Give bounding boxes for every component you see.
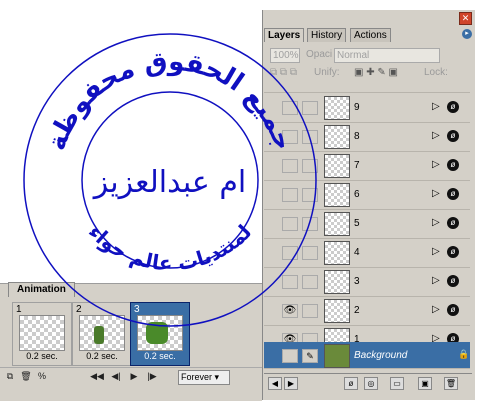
layer-thumbnail [324,96,350,120]
layer-thumbnail [324,299,350,323]
expand-icon[interactable]: ▷ [432,101,440,112]
layer-thumbnail [324,344,350,368]
frame-delay-dropdown[interactable]: 0.2 sec. [15,351,69,361]
expand-icon[interactable]: ▷ [432,246,440,257]
stamp-bottom-text: لمنتديات عالم حواء [84,220,256,276]
first-frame-icon[interactable]: ◀◀ [90,370,104,383]
optimize-icon[interactable]: % [36,370,48,383]
next-frame-icon[interactable]: |▶ [146,370,158,383]
layers-bottom-toolbar: ◀ ▶ ø ◎ ▭ ▣ 🗑 [264,373,472,392]
layer-thumbnail [324,125,350,149]
layer-name: 2 [354,305,360,316]
layer-name: 6 [354,189,360,200]
expand-icon[interactable]: ▷ [432,159,440,170]
loop-select[interactable]: Forever ▾ [178,370,230,385]
effects-icon: ø [447,246,459,258]
effects-icon: ø [447,275,459,287]
loop-select-value: Forever [181,372,213,382]
previous-frame-icon[interactable]: ◀| [110,370,122,383]
unify-layers-icon[interactable]: ▶ [284,377,298,390]
effects-icon: ø [447,159,459,171]
watermark-stamp: جميع الحقوق محفوظة ام عبدالعزيز لمنتديات… [23,33,317,327]
expand-icon[interactable]: ▷ [432,217,440,228]
play-icon[interactable]: ▶ [128,370,140,383]
frame-delay-dropdown[interactable]: 0.2 sec. [75,351,129,361]
layer-thumbnail [324,212,350,236]
layer-name: Background [354,350,408,361]
layer-row-background[interactable]: ✎ Background 🔒 [264,342,470,369]
lock-label: Lock: [424,67,448,78]
link-layers-icon[interactable]: ◀ [268,377,282,390]
layer-style-icon[interactable]: ø [344,377,358,390]
layer-name: 8 [354,131,360,142]
lock-icons[interactable]: ▣ ✚ ✎ ▣ [354,67,398,78]
animation-toolbar: ⧉ 🗑 % ◀◀ ◀| ▶ |▶ Forever ▾ [0,367,262,386]
layer-thumbnail [324,183,350,207]
frame-delay-dropdown[interactable]: 0.2 sec. [133,351,187,361]
blend-mode-select[interactable]: Normal [334,48,440,63]
effects-icon: ø [447,130,459,142]
expand-icon[interactable]: ▷ [432,304,440,315]
effects-icon: ø [447,304,459,316]
stamp-center-text: ام عبدالعزيز [92,165,247,200]
delete-layer-icon[interactable]: 🗑 [444,377,458,390]
expand-icon[interactable]: ▷ [432,275,440,286]
close-icon[interactable]: ✕ [459,12,472,25]
layer-thumbnail [324,241,350,265]
layer-name: 7 [354,160,360,171]
panel-menu-icon[interactable]: ▸ [462,29,472,39]
expand-icon[interactable]: ▷ [432,188,440,199]
brush-icon[interactable]: ✎ [302,349,318,363]
layer-thumbnail [324,270,350,294]
expand-icon[interactable]: ▷ [432,130,440,141]
effects-icon: ø [447,188,459,200]
tween-icon[interactable]: ⧉ [4,370,16,383]
new-layer-icon[interactable]: ▣ [418,377,432,390]
layer-name: 9 [354,102,360,113]
tab-actions[interactable]: Actions [350,28,391,42]
layer-thumbnail [324,154,350,178]
lock-icon: 🔒 [458,349,470,359]
mask-icon[interactable]: ◎ [364,377,378,390]
effects-icon: ø [447,101,459,113]
layer-name: 3 [354,276,360,287]
layer-name: 4 [354,247,360,258]
stamp-outer-text: جميع الحقوق محفوظة [42,47,299,155]
effects-icon: ø [447,217,459,229]
delete-frame-icon[interactable]: 🗑 [20,370,32,383]
layer-name: 5 [354,218,360,229]
visibility-toggle[interactable] [282,349,298,363]
new-group-icon[interactable]: ▭ [390,377,404,390]
